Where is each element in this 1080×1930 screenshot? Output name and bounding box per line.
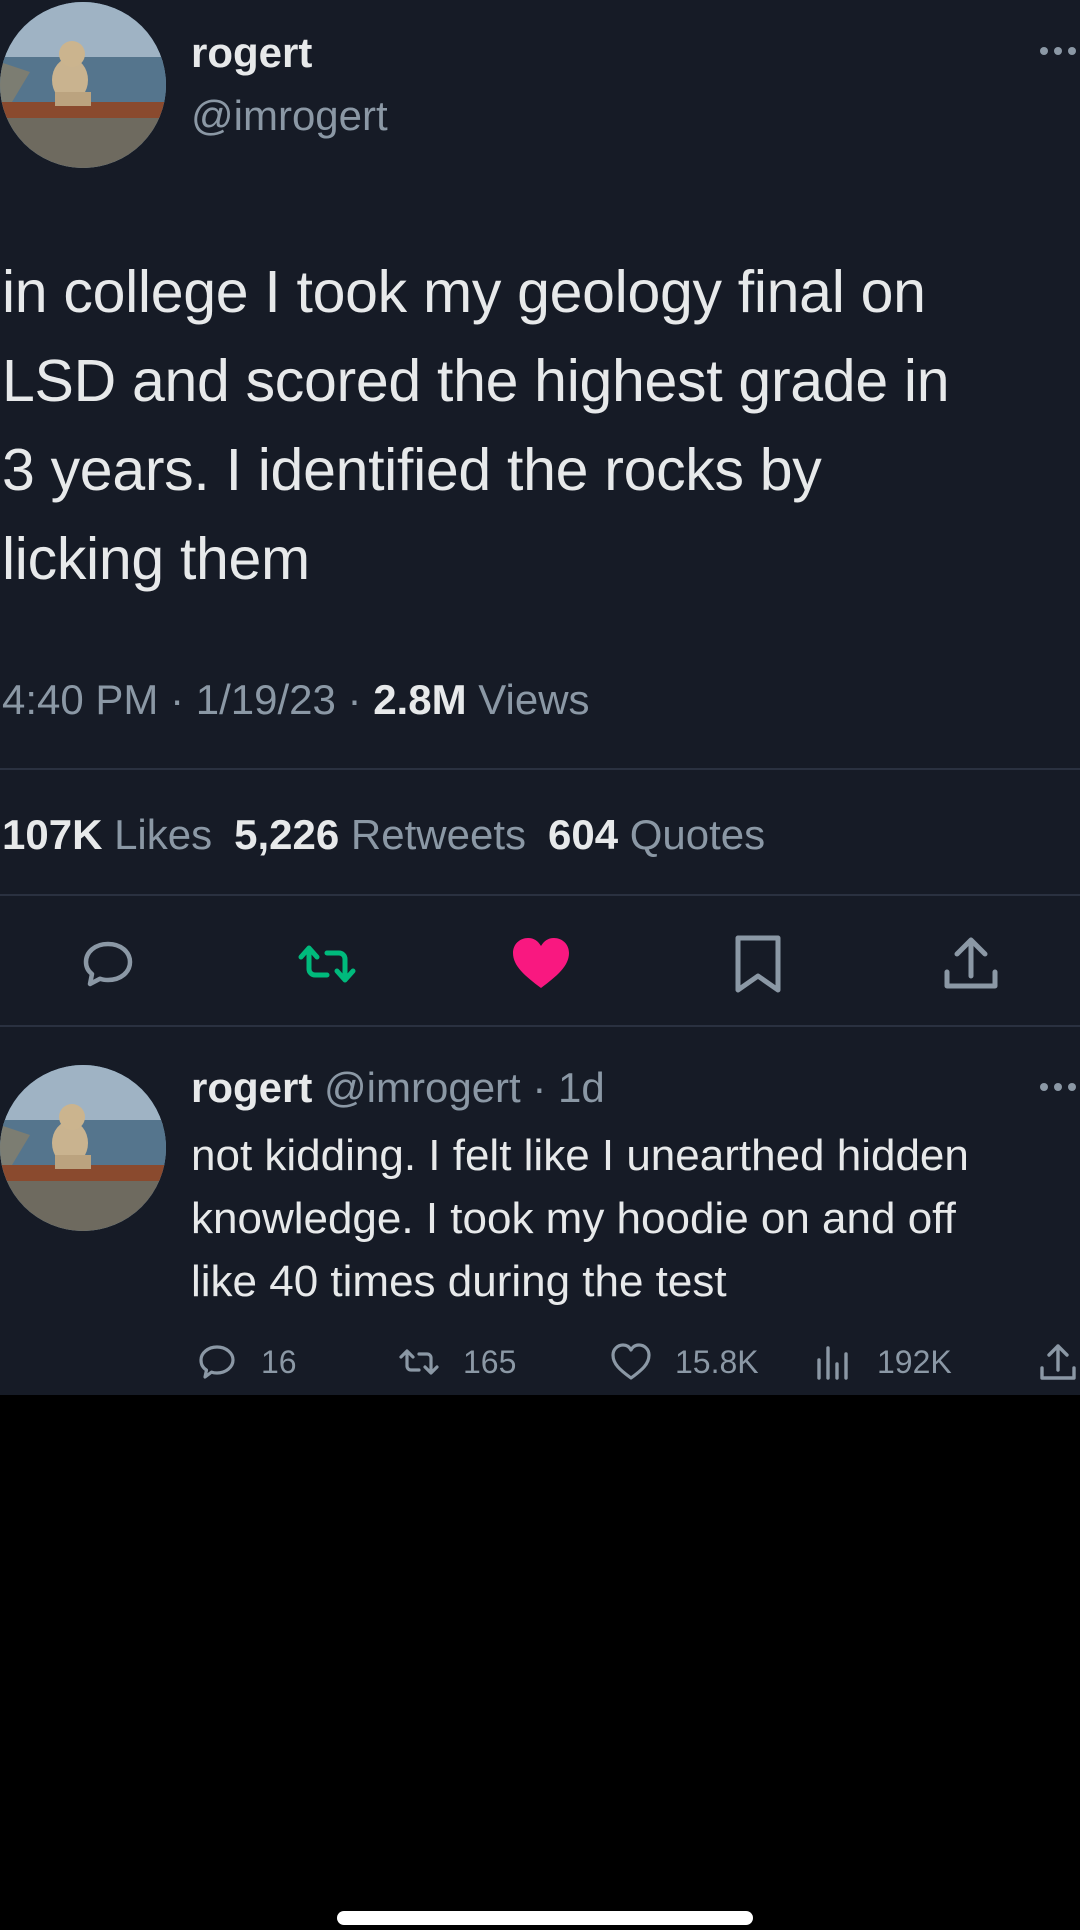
share-icon [944, 937, 998, 989]
bookmark-button[interactable] [726, 932, 790, 996]
reply-share-button[interactable] [1036, 1338, 1080, 1386]
share-button[interactable] [939, 932, 1003, 996]
reply-more-options-icon[interactable] [1036, 1072, 1080, 1102]
reply-likes-button[interactable]: 15.8K [609, 1338, 759, 1386]
views-count: 2.8M [373, 676, 467, 723]
author-handle[interactable]: @imrogert [191, 91, 388, 141]
quotes-label: Quotes [629, 811, 766, 858]
retweets-count: 5,226 [234, 811, 340, 858]
reply-header: rogert @imrogert · 1d [191, 1060, 605, 1116]
tweet-text: in college I took my geology final on LS… [2, 259, 950, 592]
author-avatar[interactable] [0, 2, 166, 168]
heart-icon [611, 1343, 651, 1380]
share-icon [1040, 1344, 1076, 1380]
bookmark-icon [735, 935, 781, 993]
heart-icon [513, 938, 569, 988]
reply-icon [199, 1345, 235, 1379]
retweet-icon [298, 945, 356, 983]
page: rogert @imrogert in college I took my ge… [0, 0, 1080, 1930]
reply-views-button[interactable]: 192K [811, 1338, 952, 1386]
more-options-icon[interactable] [1036, 36, 1080, 66]
views-label: Views [466, 676, 590, 723]
likes-label: Likes [114, 811, 213, 858]
reply-likes-count: 15.8K [675, 1343, 759, 1380]
likes-stat[interactable]: 107K Likes [2, 811, 212, 858]
views-icon [817, 1346, 848, 1380]
avatar-photo [0, 2, 166, 168]
reply-icon [83, 941, 133, 987]
avatar-photo [0, 1065, 166, 1231]
retweet-button[interactable] [295, 932, 359, 996]
like-button[interactable] [509, 932, 573, 996]
engagement-stats: 107K Likes 5,226 Retweets 604 Quotes [2, 807, 765, 863]
reply-author-handle-time[interactable]: @imrogert · 1d [324, 1064, 605, 1111]
reply-author-name[interactable]: rogert [191, 1064, 312, 1111]
reply-retweets-count: 165 [463, 1343, 517, 1380]
divider [0, 768, 1080, 770]
retweet-icon [399, 1349, 439, 1375]
reply-views-count: 192K [877, 1343, 952, 1380]
reply-text: not kidding. I felt like I unearthed hid… [191, 1131, 969, 1306]
quotes-stat[interactable]: 604 Quotes [548, 811, 765, 858]
author-name[interactable]: rogert [191, 28, 312, 78]
reply-replies-button[interactable]: 16 [195, 1338, 297, 1386]
retweets-stat[interactable]: 5,226 Retweets [234, 811, 526, 858]
home-indicator[interactable] [337, 1911, 753, 1925]
reply-retweets-button[interactable]: 165 [397, 1338, 516, 1386]
tweet-screenshot: rogert @imrogert in college I took my ge… [0, 0, 1080, 1395]
reply-author-avatar[interactable] [0, 1065, 166, 1231]
reply-replies-count: 16 [261, 1343, 297, 1380]
tweet-timestamp[interactable]: 4:40 PM · 1/19/23 · [2, 676, 373, 723]
retweets-label: Retweets [350, 811, 526, 858]
divider [0, 894, 1080, 896]
divider [0, 1025, 1080, 1027]
quotes-count: 604 [548, 811, 619, 858]
reply-button[interactable] [76, 932, 140, 996]
tweet-meta: 4:40 PM · 1/19/23 · 2.8M Views [2, 672, 590, 728]
likes-count: 107K [2, 811, 103, 858]
